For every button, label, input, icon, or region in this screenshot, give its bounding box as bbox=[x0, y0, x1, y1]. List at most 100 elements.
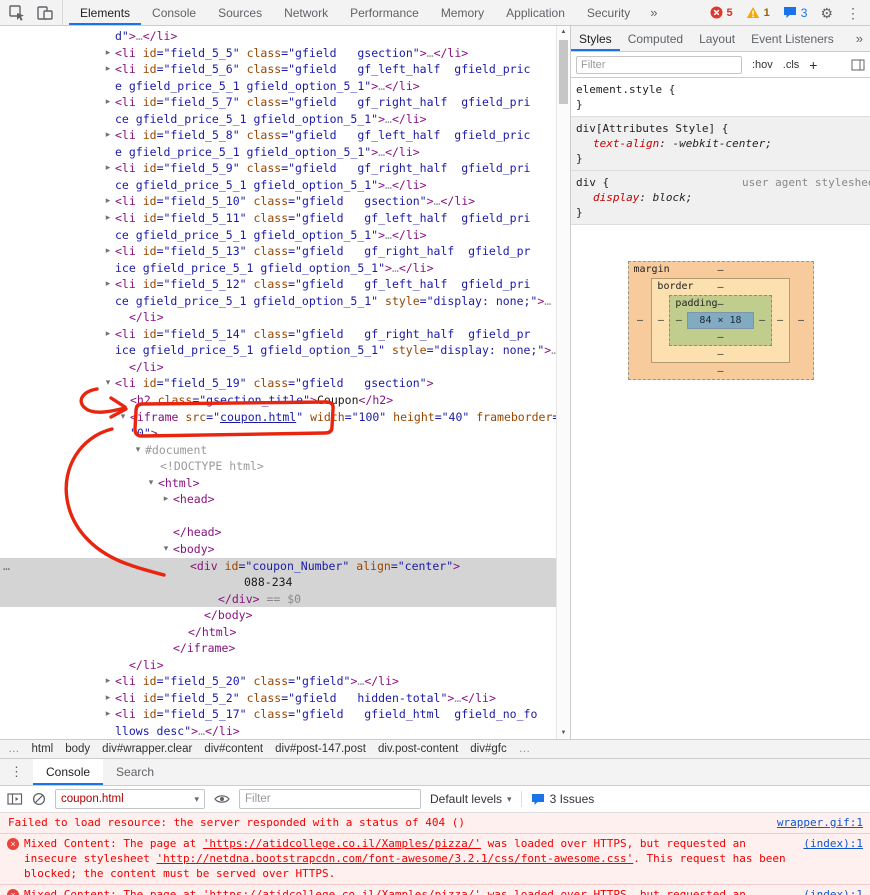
tree-row[interactable]: ▸<li id="field_5_8" class="gfield gf_lef… bbox=[0, 127, 556, 144]
drawer-tab-console[interactable]: Console bbox=[33, 759, 103, 785]
expand-down-icon[interactable]: ▾ bbox=[145, 475, 157, 492]
box-model-border-ring[interactable]: border – – padding – – 84 × 18 – – – – bbox=[651, 278, 789, 363]
drawer-tab-search[interactable]: Search bbox=[103, 759, 167, 785]
tree-row[interactable]: ce gfield_price_5_1 gfield_option_5_1">…… bbox=[0, 177, 556, 194]
sidebar-tab-event-listeners[interactable]: Event Listeners bbox=[743, 26, 842, 51]
device-toolbar-icon[interactable] bbox=[37, 5, 53, 21]
padding-left-value[interactable]: – bbox=[676, 315, 682, 326]
scroll-up-icon[interactable]: ▲ bbox=[557, 29, 570, 35]
log-levels-dropdown[interactable]: Default levels ▾ bbox=[430, 792, 512, 806]
tree-row[interactable]: ce gfield_price_5_1 gfield_option_5_1">…… bbox=[0, 227, 556, 244]
live-expression-eye-icon[interactable] bbox=[214, 793, 230, 805]
expand-right-icon[interactable]: ▸ bbox=[102, 243, 114, 260]
tree-row[interactable]: ▸<li id="field_5_12" class="gfield gf_le… bbox=[0, 276, 556, 293]
error-count-badge[interactable]: 5 bbox=[710, 6, 733, 19]
expand-down-icon[interactable]: ▾ bbox=[102, 375, 114, 392]
tree-row[interactable]: ▾<li id="field_5_19" class="gfield gsect… bbox=[0, 375, 556, 392]
tab-elements[interactable]: Elements bbox=[69, 0, 141, 25]
margin-bottom-value[interactable]: – bbox=[717, 366, 723, 377]
tree-row[interactable]: ce gfield_price_5_1 gfield_option_5_1">…… bbox=[0, 111, 556, 128]
tree-row[interactable]: </div> == $0 bbox=[0, 591, 556, 608]
source-location-link[interactable]: (index):1 bbox=[803, 836, 863, 851]
tabs-overflow-chevron[interactable]: » bbox=[641, 0, 666, 25]
styles-filter-input[interactable] bbox=[576, 56, 742, 74]
tree-row[interactable]: ▸<li id="field_5_2" class="gfield hidden… bbox=[0, 690, 556, 707]
tree-row[interactable]: </body> bbox=[0, 607, 556, 624]
tree-row[interactable]: ▸<li id="field_5_6" class="gfield gf_lef… bbox=[0, 61, 556, 78]
expand-right-icon[interactable]: ▸ bbox=[102, 45, 114, 62]
more-options-icon[interactable]: ⋮ bbox=[846, 6, 860, 20]
settings-gear-icon[interactable]: ⚙ bbox=[820, 6, 833, 20]
tree-row[interactable]: ▸<li id="field_5_11" class="gfield gf_le… bbox=[0, 210, 556, 227]
tree-row[interactable]: ▸<li id="field_5_5" class="gfield gsecti… bbox=[0, 45, 556, 62]
tree-row[interactable]: ▾<body> bbox=[0, 541, 556, 558]
breadcrumb-item[interactable]: div#post-147.post bbox=[269, 743, 372, 755]
sidebar-tab-styles[interactable]: Styles bbox=[571, 26, 620, 51]
tab-console[interactable]: Console bbox=[141, 0, 207, 25]
tree-row[interactable]: ▸<li id="field_5_17" class="gfield gfiel… bbox=[0, 706, 556, 723]
tree-row[interactable]: 088-234 bbox=[0, 574, 556, 591]
breadcrumb-item[interactable]: div#content bbox=[198, 743, 269, 755]
expand-right-icon[interactable]: ▸ bbox=[102, 127, 114, 144]
tree-row[interactable]: <h2 class="gsection_title">Coupon</h2> bbox=[0, 392, 556, 409]
console-sidebar-toggle-icon[interactable] bbox=[7, 792, 23, 806]
breadcrumb-item[interactable]: html bbox=[26, 743, 60, 755]
margin-right-value[interactable]: – bbox=[798, 315, 804, 326]
tree-row[interactable]: </head> bbox=[0, 524, 556, 541]
expand-right-icon[interactable]: ▸ bbox=[102, 193, 114, 210]
tree-row[interactable]: ▸<head> bbox=[0, 491, 556, 508]
expand-right-icon[interactable]: ▸ bbox=[102, 326, 114, 343]
breadcrumb-item[interactable]: div#wrapper.clear bbox=[96, 743, 198, 755]
sidebar-tab-layout[interactable]: Layout bbox=[691, 26, 743, 51]
scroll-down-icon[interactable]: ▼ bbox=[557, 730, 570, 736]
new-style-rule-button[interactable]: + bbox=[809, 58, 817, 72]
console-filter-input[interactable] bbox=[239, 789, 421, 809]
border-top-value[interactable]: – bbox=[717, 282, 723, 293]
tree-row[interactable]: …<div id="coupon_Number" align="center"> bbox=[0, 558, 556, 575]
tab-performance[interactable]: Performance bbox=[339, 0, 430, 25]
expand-down-icon[interactable]: ▾ bbox=[160, 541, 172, 558]
style-property[interactable]: display: block; bbox=[576, 190, 866, 205]
tree-row[interactable]: ▾<html> bbox=[0, 475, 556, 492]
padding-right-value[interactable]: – bbox=[759, 315, 765, 326]
warning-count-badge[interactable]: 1 bbox=[746, 6, 770, 19]
box-model-margin-ring[interactable]: margin – – border – – padding – – 84 × 1… bbox=[628, 261, 814, 380]
tab-sources[interactable]: Sources bbox=[207, 0, 273, 25]
tree-row[interactable]: ce gfield_price_5_1 gfield_option_5_1" s… bbox=[0, 293, 556, 310]
breadcrumb-item[interactable]: body bbox=[59, 743, 96, 755]
inspect-element-icon[interactable] bbox=[9, 5, 25, 21]
tree-row[interactable]: llows desc">…</li> bbox=[0, 723, 556, 739]
border-left-value[interactable]: – bbox=[658, 315, 664, 326]
tree-row[interactable]: ▾#document bbox=[0, 442, 556, 459]
tree-row[interactable]: ▸<li id="field_5_10" class="gfield gsect… bbox=[0, 193, 556, 210]
tree-row[interactable]: ▸<li id="field_5_9" class="gfield gf_rig… bbox=[0, 160, 556, 177]
border-bottom-value[interactable]: – bbox=[717, 349, 723, 360]
tree-row[interactable]: ▾<iframe src="coupon.html" width="100" h… bbox=[0, 409, 556, 426]
messages-count-badge[interactable]: 3 bbox=[783, 6, 808, 20]
tree-row[interactable]: </li> bbox=[0, 359, 556, 376]
tab-application[interactable]: Application bbox=[495, 0, 576, 25]
tree-row[interactable]: "0"> bbox=[0, 425, 556, 442]
tab-network[interactable]: Network bbox=[273, 0, 339, 25]
tree-row[interactable]: ice gfield_price_5_1 gfield_option_5_1">… bbox=[0, 260, 556, 277]
element-classes-button[interactable]: .cls bbox=[783, 59, 800, 71]
issues-button[interactable]: 3 Issues bbox=[531, 792, 595, 806]
tree-row[interactable]: e gfield_price_5_1 gfield_option_5_1">…<… bbox=[0, 144, 556, 161]
sidebar-tabs-overflow-chevron[interactable]: » bbox=[849, 26, 870, 51]
clear-console-icon[interactable] bbox=[32, 792, 46, 806]
expand-right-icon[interactable]: ▸ bbox=[102, 160, 114, 177]
tab-memory[interactable]: Memory bbox=[430, 0, 495, 25]
sidebar-panel-icon[interactable] bbox=[851, 58, 865, 72]
expand-right-icon[interactable]: ▸ bbox=[160, 491, 172, 508]
border-right-value[interactable]: – bbox=[777, 315, 783, 326]
expand-right-icon[interactable]: ▸ bbox=[102, 61, 114, 78]
expand-right-icon[interactable]: ▸ bbox=[102, 276, 114, 293]
expand-right-icon[interactable]: ▸ bbox=[102, 690, 114, 707]
expand-right-icon[interactable]: ▸ bbox=[102, 706, 114, 723]
sidebar-tab-computed[interactable]: Computed bbox=[620, 26, 691, 51]
style-property[interactable]: text-align: -webkit-center; bbox=[576, 136, 866, 151]
tree-row[interactable]: ▸<li id="field_5_14" class="gfield gf_ri… bbox=[0, 326, 556, 343]
tree-row[interactable]: </li> bbox=[0, 309, 556, 326]
tree-row[interactable]: d">…</li> bbox=[0, 28, 556, 45]
tree-row[interactable]: ▸<li id="field_5_7" class="gfield gf_rig… bbox=[0, 94, 556, 111]
